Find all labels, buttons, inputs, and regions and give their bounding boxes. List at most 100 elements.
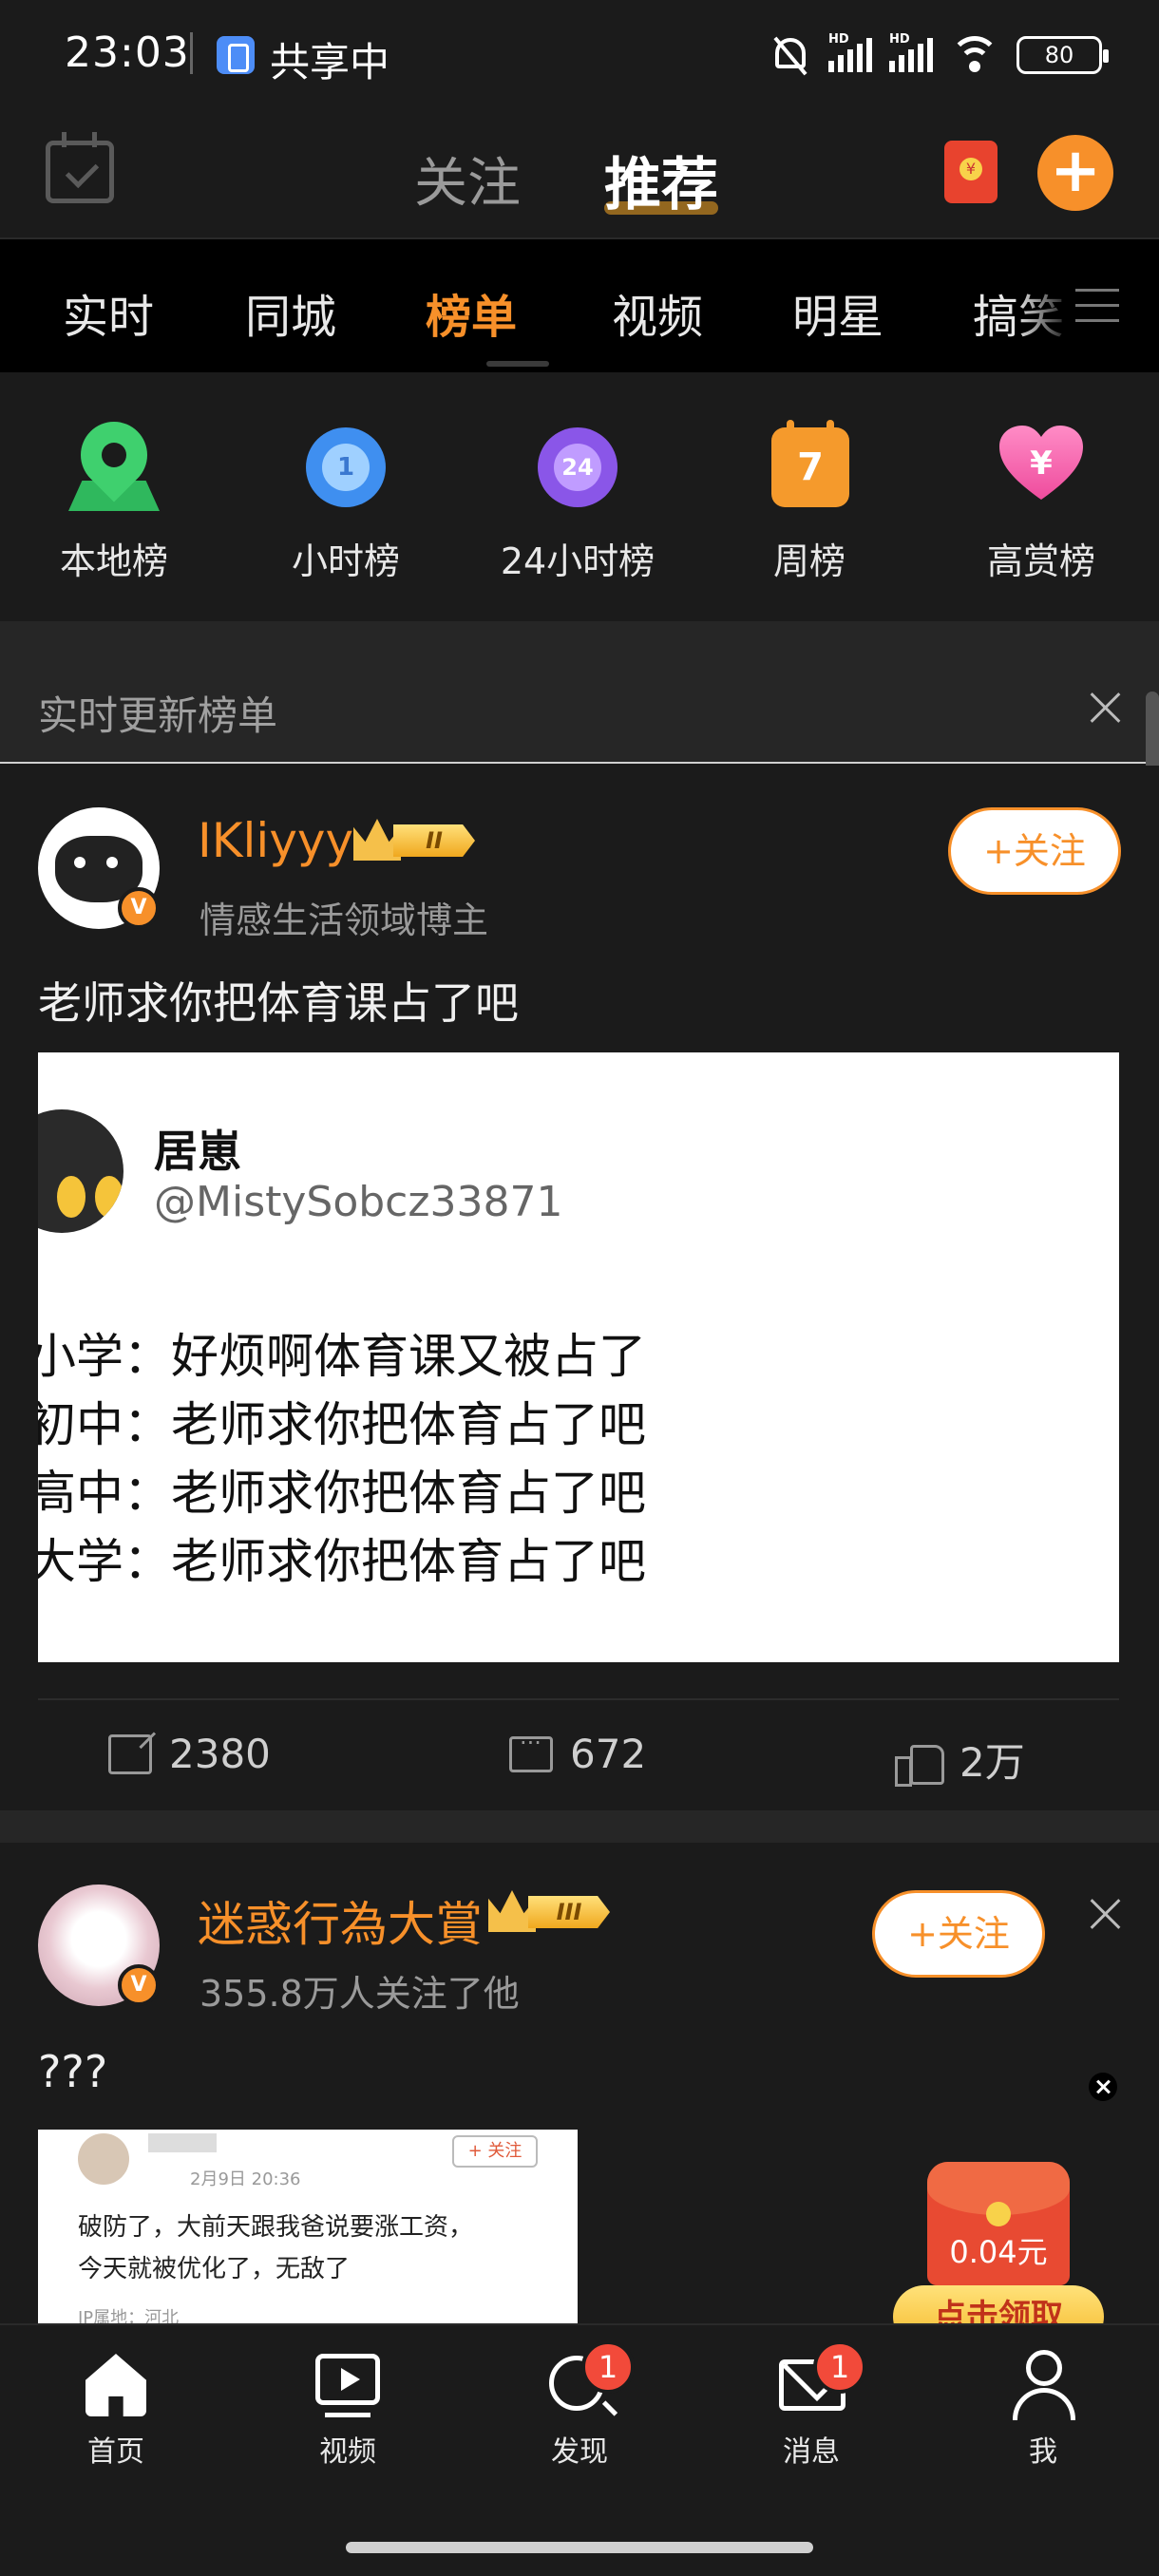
calendar-7-icon: 7 [764,420,855,513]
channel-rankings[interactable]: 榜单 [426,279,517,346]
tab-video[interactable]: 视频 [272,2350,424,2470]
calendar-checkin-icon[interactable] [46,132,114,203]
channel-stars[interactable]: 明星 [792,279,884,346]
tab-discover[interactable]: 1 发现 [504,2340,656,2470]
tweet-line: 小学：好烦啊体育课又被占了 [38,1329,646,1384]
post-user-description: 355.8万人关注了他 [200,1973,520,2015]
compose-button[interactable]: + [1037,135,1113,211]
rank-label: 本地榜 [59,540,168,582]
tweet-line: 高中：老师求你把体育占了吧 [38,1466,646,1521]
rank-categories: 本地榜 1 小时榜 24 24小时榜 7 周榜 ¥ 高赏榜 [0,372,1159,621]
thumbs-up-icon [895,1739,944,1787]
tweet-avatar [38,1109,124,1233]
channel-video[interactable]: 视频 [612,279,703,346]
tab-messages[interactable]: 1 消息 [735,2340,887,2470]
post-username[interactable]: IKliyyy [198,813,353,868]
verified-badge: V [118,1964,160,2006]
rank-label: 24小时榜 [500,540,656,582]
comment-button[interactable]: 672 [509,1730,647,1777]
follow-button[interactable]: +关注 [872,1890,1045,1978]
status-icons: HD HD 80 [770,28,1109,82]
comment-count: 672 [570,1731,647,1777]
heart-yen-icon: ¥ [996,422,1087,513]
message-mail-icon: 1 [775,2340,866,2422]
post-text: 老师求你把体育课占了吧 [38,977,519,1029]
repost-button[interactable]: 2380 [108,1731,271,1777]
post-text: ??? [38,2046,108,2097]
rank-label: 周榜 [772,540,846,582]
battery-level: 80 [1044,42,1074,68]
image-text-line: 今天就被优化了，无敌了 [78,2255,351,2283]
discover-search-icon: 1 [543,2340,635,2422]
post-image[interactable]: 2月9日 20:36 + 关注 破防了，大前天跟我爸说要涨工资， 今天就被优化了… [38,2130,578,2339]
tab-label: 发现 [551,2435,608,2469]
signal-2-icon: HD [889,32,933,72]
home-indicator[interactable] [346,2542,813,2553]
like-count: 2万 [960,1739,1025,1786]
vip-badge: III [488,1890,610,1932]
tab-profile[interactable]: 我 [967,2350,1119,2470]
tab-label: 消息 [783,2435,840,2469]
tab-label: 我 [1029,2435,1057,2469]
rank-24h[interactable]: 24 24小时榜 [483,422,673,584]
tweet-author-name: 居崽 [154,1126,241,1177]
post-user-description: 情感生活领域博主 [200,900,489,941]
section-divider [0,621,1159,653]
mute-bell-icon [770,34,811,76]
rank-reward[interactable]: ¥ 高赏榜 [946,422,1136,584]
promo-close-icon[interactable] [1089,2073,1117,2101]
tweet-line: 大学：老师求你把体育占了吧 [38,1534,646,1589]
post-actions-divider [38,1698,1119,1700]
like-button[interactable]: 2万 [895,1731,1025,1789]
tab-follow[interactable]: 关注 [414,141,521,218]
close-icon[interactable] [1089,1898,1121,1930]
screen-share-icon [217,36,255,74]
post-username[interactable]: 迷惑行為大賞 [198,1886,483,1955]
notification-badge: 1 [813,2340,866,2394]
promo-amount: 0.04元 [949,2234,1048,2270]
image-text-line: 破防了，大前天跟我爸说要涨工资， [78,2213,474,2242]
tab-recommend[interactable]: 推荐 [604,139,718,221]
tweet-line: 初中：老师求你把体育占了吧 [38,1397,646,1452]
image-date: 2月9日 20:36 [190,2169,301,2189]
comment-icon [509,1730,553,1772]
screen-share-status: 共享中 [270,39,390,85]
follow-button[interactable]: +关注 [948,807,1121,895]
signal-1-icon: HD [828,32,872,72]
feed-post[interactable]: V IKliyyy II 情感生活领域博主 +关注 老师求你把体育课占了吧 居崽… [0,766,1159,1810]
tweet-author-handle: @MistySobcz33871 [154,1178,563,1226]
rank-weekly[interactable]: 7 周榜 [714,420,904,584]
rank-label: 小时榜 [291,540,400,582]
realtime-rank-title: 实时更新榜单 [38,692,278,739]
image-follow-label: + 关注 [452,2135,538,2168]
clock-1-icon: 1 [300,422,391,513]
image-blurred-name [148,2133,217,2152]
status-separator [190,32,193,74]
tab-home[interactable]: 首页 [40,2350,192,2470]
share-icon [108,1733,152,1774]
status-bar: 23:03 共享中 HD HD 80 [0,0,1159,112]
wifi-icon [950,36,999,74]
rank-hourly[interactable]: 1 小时榜 [251,422,441,584]
verified-badge: V [118,887,160,929]
tab-label: 首页 [87,2435,144,2469]
channel-menu-icon[interactable] [1075,289,1119,323]
realtime-rank-header: 实时更新榜单 [0,653,1159,764]
profile-person-icon [1007,2350,1079,2422]
rank-local[interactable]: 本地榜 [19,407,209,584]
home-icon [80,2350,152,2422]
red-packet-icon[interactable] [944,141,998,203]
rank-label: 高赏榜 [986,540,1095,582]
status-time: 23:03 [65,28,190,77]
location-pin-icon [66,407,162,513]
channel-realtime[interactable]: 实时 [63,279,154,346]
bottom-tab-bar: 首页 视频 1 发现 1 消息 我 [0,2323,1159,2576]
close-icon[interactable] [1089,691,1121,724]
post-image[interactable]: 居崽 @MistySobcz33871 小学：好烦啊体育课又被占了 初中：老师求… [38,1052,1119,1662]
channel-active-indicator [486,361,549,367]
image-avatar [78,2133,129,2185]
notification-badge: 1 [581,2340,635,2394]
section-divider [0,1810,1159,1843]
clock-24-icon: 24 [532,422,623,513]
channel-local[interactable]: 同城 [245,279,336,346]
